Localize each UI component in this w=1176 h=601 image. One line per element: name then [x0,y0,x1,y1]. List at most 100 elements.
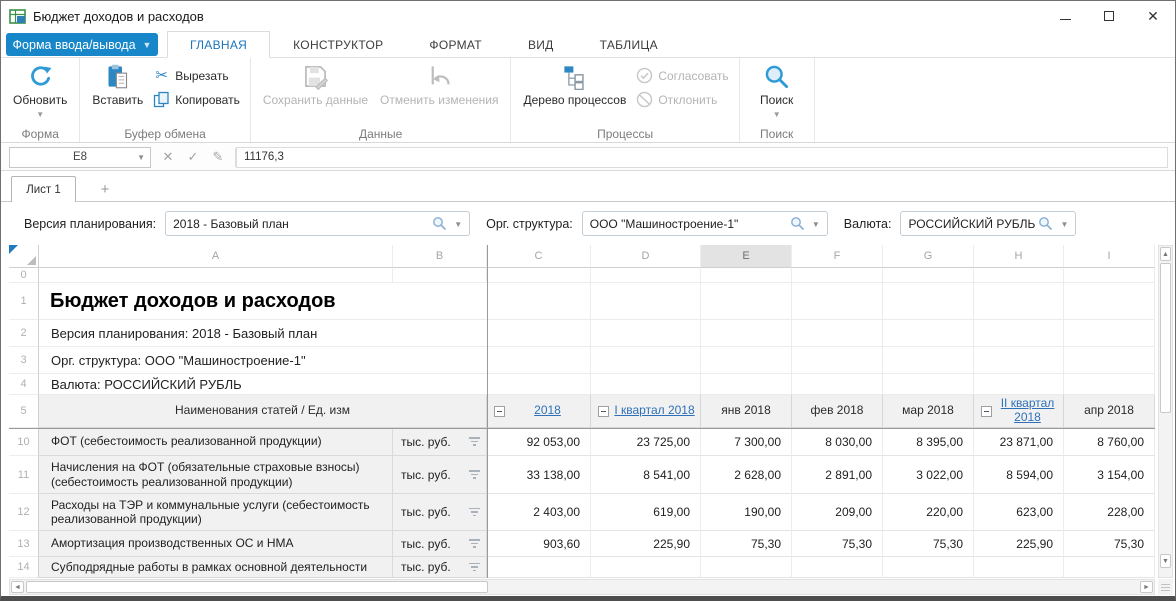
cell-E3[interactable] [701,347,792,374]
cell-F10[interactable]: 8 030,00 [792,428,883,456]
minimize-button[interactable] [1043,1,1087,31]
scroll-left-button[interactable]: ◄ [11,581,24,593]
cell-G4[interactable] [883,374,974,395]
close-button[interactable]: ✕ [1131,1,1175,31]
cell-C13[interactable]: 903,60 [487,531,591,557]
cell-G11[interactable]: 3 022,00 [883,456,974,494]
column-header-E[interactable]: E [701,245,792,268]
cell-D1[interactable] [591,283,701,320]
cell-G0[interactable] [883,268,974,283]
cell-C14[interactable] [487,557,591,578]
cell-E11[interactable]: 2 628,00 [701,456,792,494]
tab-view[interactable]: ВИД [505,31,577,58]
resize-grip[interactable] [1158,579,1173,595]
cell-C12[interactable]: 2 403,00 [487,494,591,531]
cell-A2[interactable]: Версия планирования: 2018 - Базовый план [39,320,487,347]
cell-A14[interactable]: Субподрядные работы в рамках основной де… [39,557,393,578]
cell-F12[interactable]: 209,00 [792,494,883,531]
search-icon[interactable] [790,216,805,231]
cell-B13[interactable]: тыс. руб. [393,531,487,557]
cell-E2[interactable] [701,320,792,347]
filter-icon[interactable] [468,437,480,445]
cell-H1[interactable] [974,283,1064,320]
row-header-12[interactable]: 12 [9,494,39,531]
cell-A12[interactable]: Расходы на ТЭР и коммунальные услуги (се… [39,494,393,531]
formula-input[interactable]: 11176,3 [236,147,1168,168]
period-header-I5[interactable]: апр 2018 [1064,395,1155,428]
cell-H2[interactable] [974,320,1064,347]
cell-F0[interactable] [792,268,883,283]
edit-formula-icon[interactable]: ✎ [210,149,226,165]
cell-D13[interactable]: 225,90 [591,531,701,557]
cell-H3[interactable] [974,347,1064,374]
cell-E13[interactable]: 75,30 [701,531,792,557]
cell-E12[interactable]: 190,00 [701,494,792,531]
cell-F4[interactable] [792,374,883,395]
row-header-13[interactable]: 13 [9,531,39,557]
cell-I10[interactable]: 8 760,00 [1064,428,1155,456]
chevron-down-icon[interactable]: ▼ [812,220,820,229]
cell-F14[interactable] [792,557,883,578]
cell-A10[interactable]: ФОТ (себестоимость реализованной продукц… [39,428,393,456]
cell-A0[interactable] [39,268,393,283]
cell-B12[interactable]: тыс. руб. [393,494,487,531]
search-icon[interactable] [1038,216,1053,231]
search-button[interactable]: Поиск▼ [746,59,808,119]
row-header-1[interactable]: 1 [9,283,39,320]
approve-button[interactable]: Согласовать [632,67,732,84]
cell-H10[interactable]: 23 871,00 [974,428,1064,456]
row-header-4[interactable]: 4 [9,374,39,395]
cell-G2[interactable] [883,320,974,347]
cell-B14[interactable]: тыс. руб. [393,557,487,578]
cell-A13[interactable]: Амортизация производственных ОС и НМА [39,531,393,557]
column-header-H[interactable]: H [974,245,1064,268]
save-data-button[interactable]: Сохранить данные [257,59,374,108]
org-structure-field[interactable]: ООО "Машиностроение-1" ▼ [582,211,828,236]
cell-I13[interactable]: 75,30 [1064,531,1155,557]
cell-I0[interactable] [1064,268,1155,283]
maximize-button[interactable] [1087,1,1131,31]
cell-G14[interactable] [883,557,974,578]
cell-C4[interactable] [487,374,591,395]
row-header-10[interactable]: 10 [9,428,39,456]
confirm-entry-icon[interactable]: ✓ [185,149,201,165]
cell-E4[interactable] [701,374,792,395]
cell-G12[interactable]: 220,00 [883,494,974,531]
period-header-G5[interactable]: мар 2018 [883,395,974,428]
cell-B0[interactable] [393,268,487,283]
cell-G3[interactable] [883,347,974,374]
horizontal-scrollbar-thumb[interactable] [26,581,488,593]
cell-F1[interactable] [792,283,883,320]
collapse-toggle-icon[interactable] [981,406,992,417]
cell-E0[interactable] [701,268,792,283]
column-header-I[interactable]: I [1064,245,1155,268]
cell-G10[interactable]: 8 395,00 [883,428,974,456]
cell-D14[interactable] [591,557,701,578]
cell-D3[interactable] [591,347,701,374]
cell-H0[interactable] [974,268,1064,283]
refresh-button[interactable]: Обновить▼ [7,59,73,119]
cell-B11[interactable]: тыс. руб. [393,456,487,494]
paste-button[interactable]: Вставить [86,59,149,108]
cell-E1[interactable] [701,283,792,320]
cell-A3[interactable]: Орг. структура: ООО "Машиностроение-1" [39,347,487,374]
cell-D4[interactable] [591,374,701,395]
cell-I14[interactable] [1064,557,1155,578]
cell-name-box[interactable]: E8 ▼ [9,147,151,168]
cell-I11[interactable]: 3 154,00 [1064,456,1155,494]
row-header-11[interactable]: 11 [9,456,39,494]
column-header-G[interactable]: G [883,245,974,268]
column-header-C[interactable]: C [487,245,591,268]
undo-changes-button[interactable]: Отменить изменения [374,59,504,108]
cell-H12[interactable]: 623,00 [974,494,1064,531]
filter-icon[interactable] [468,470,480,478]
period-header-C5[interactable]: 2018 [487,395,591,428]
cell-E14[interactable] [701,557,792,578]
cell-A11[interactable]: Начисления на ФОТ (обязательные страховы… [39,456,393,494]
cell-E10[interactable]: 7 300,00 [701,428,792,456]
process-tree-button[interactable]: Дерево процессов [517,59,632,108]
cell-C2[interactable] [487,320,591,347]
vertical-scrollbar[interactable]: ▲ ▼ [1158,245,1173,578]
tab-main[interactable]: ГЛАВНАЯ [167,31,270,58]
period-header-E5[interactable]: янв 2018 [701,395,792,428]
